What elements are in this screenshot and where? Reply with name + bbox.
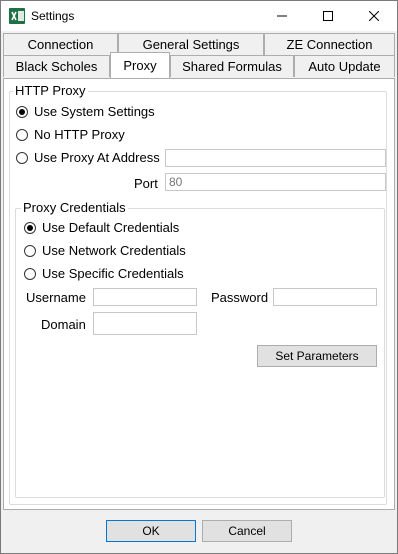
minimize-button[interactable] [259,1,305,31]
tab-strip: Connection General Settings ZE Connectio… [1,31,397,79]
password-label: Password [211,290,269,305]
tab-ze-connection[interactable]: ZE Connection [264,33,395,55]
radio-label: No HTTP Proxy [34,127,125,142]
ok-button[interactable]: OK [106,520,196,542]
tab-label: General Settings [142,37,240,52]
tab-label: Black Scholes [15,59,98,74]
window-title: Settings [31,9,75,23]
port-input[interactable] [165,173,386,191]
tab-proxy[interactable]: Proxy [110,52,170,78]
domain-label: Domain [41,317,86,332]
radio-no-http-proxy[interactable]: No HTTP Proxy [16,127,125,142]
excel-icon [9,8,25,24]
minimize-icon [277,15,287,17]
radio-label: Use Specific Credentials [42,266,184,281]
radio-label: Use Proxy At Address [34,150,160,165]
close-button[interactable] [351,1,397,31]
password-input[interactable] [273,288,377,306]
tab-black-scholes[interactable]: Black Scholes [3,55,110,77]
radio-indicator [16,105,28,118]
tab-label: Connection [27,37,94,52]
maximize-button[interactable] [305,1,351,31]
radio-indicator [24,244,36,257]
port-label: Port [134,176,158,191]
cancel-button[interactable]: Cancel [202,520,292,542]
tab-connection[interactable]: Connection [3,33,118,55]
radio-indicator [24,221,36,234]
domain-input[interactable] [93,312,197,335]
tab-label: Shared Formulas [182,59,282,74]
radio-use-network-credentials[interactable]: Use Network Credentials [24,243,186,258]
tab-shared-formulas[interactable]: Shared Formulas [170,55,294,77]
tab-label: Auto Update [308,59,381,74]
radio-use-default-credentials[interactable]: Use Default Credentials [24,220,179,235]
radio-indicator [24,267,36,280]
http-proxy-title: HTTP Proxy [13,83,88,98]
title-bar[interactable]: Settings [1,1,397,31]
tab-label: ZE Connection [286,37,373,52]
radio-indicator [16,151,28,164]
radio-label: Use Default Credentials [42,220,180,235]
radio-use-system-settings[interactable]: Use System Settings [16,104,155,119]
set-parameters-button[interactable]: Set Parameters [257,345,377,367]
close-icon [369,11,379,21]
settings-window: Settings Connection General Settings ZE … [0,0,398,554]
maximize-icon [323,11,333,21]
username-label: Username [26,290,86,305]
proxy-credentials-title: Proxy Credentials [21,200,128,215]
username-input[interactable] [93,288,197,306]
radio-label: Use Network Credentials [42,243,186,258]
tab-auto-update[interactable]: Auto Update [294,55,395,77]
radio-label: Use System Settings [34,104,155,119]
proxy-panel: HTTP Proxy Use System Settings No HTTP P… [3,78,395,510]
radio-use-proxy-at-address[interactable]: Use Proxy At Address [16,150,160,165]
radio-use-specific-credentials[interactable]: Use Specific Credentials [24,266,184,281]
tab-label: Proxy [123,58,157,73]
radio-indicator [16,128,28,141]
proxy-address-input[interactable] [165,149,386,167]
